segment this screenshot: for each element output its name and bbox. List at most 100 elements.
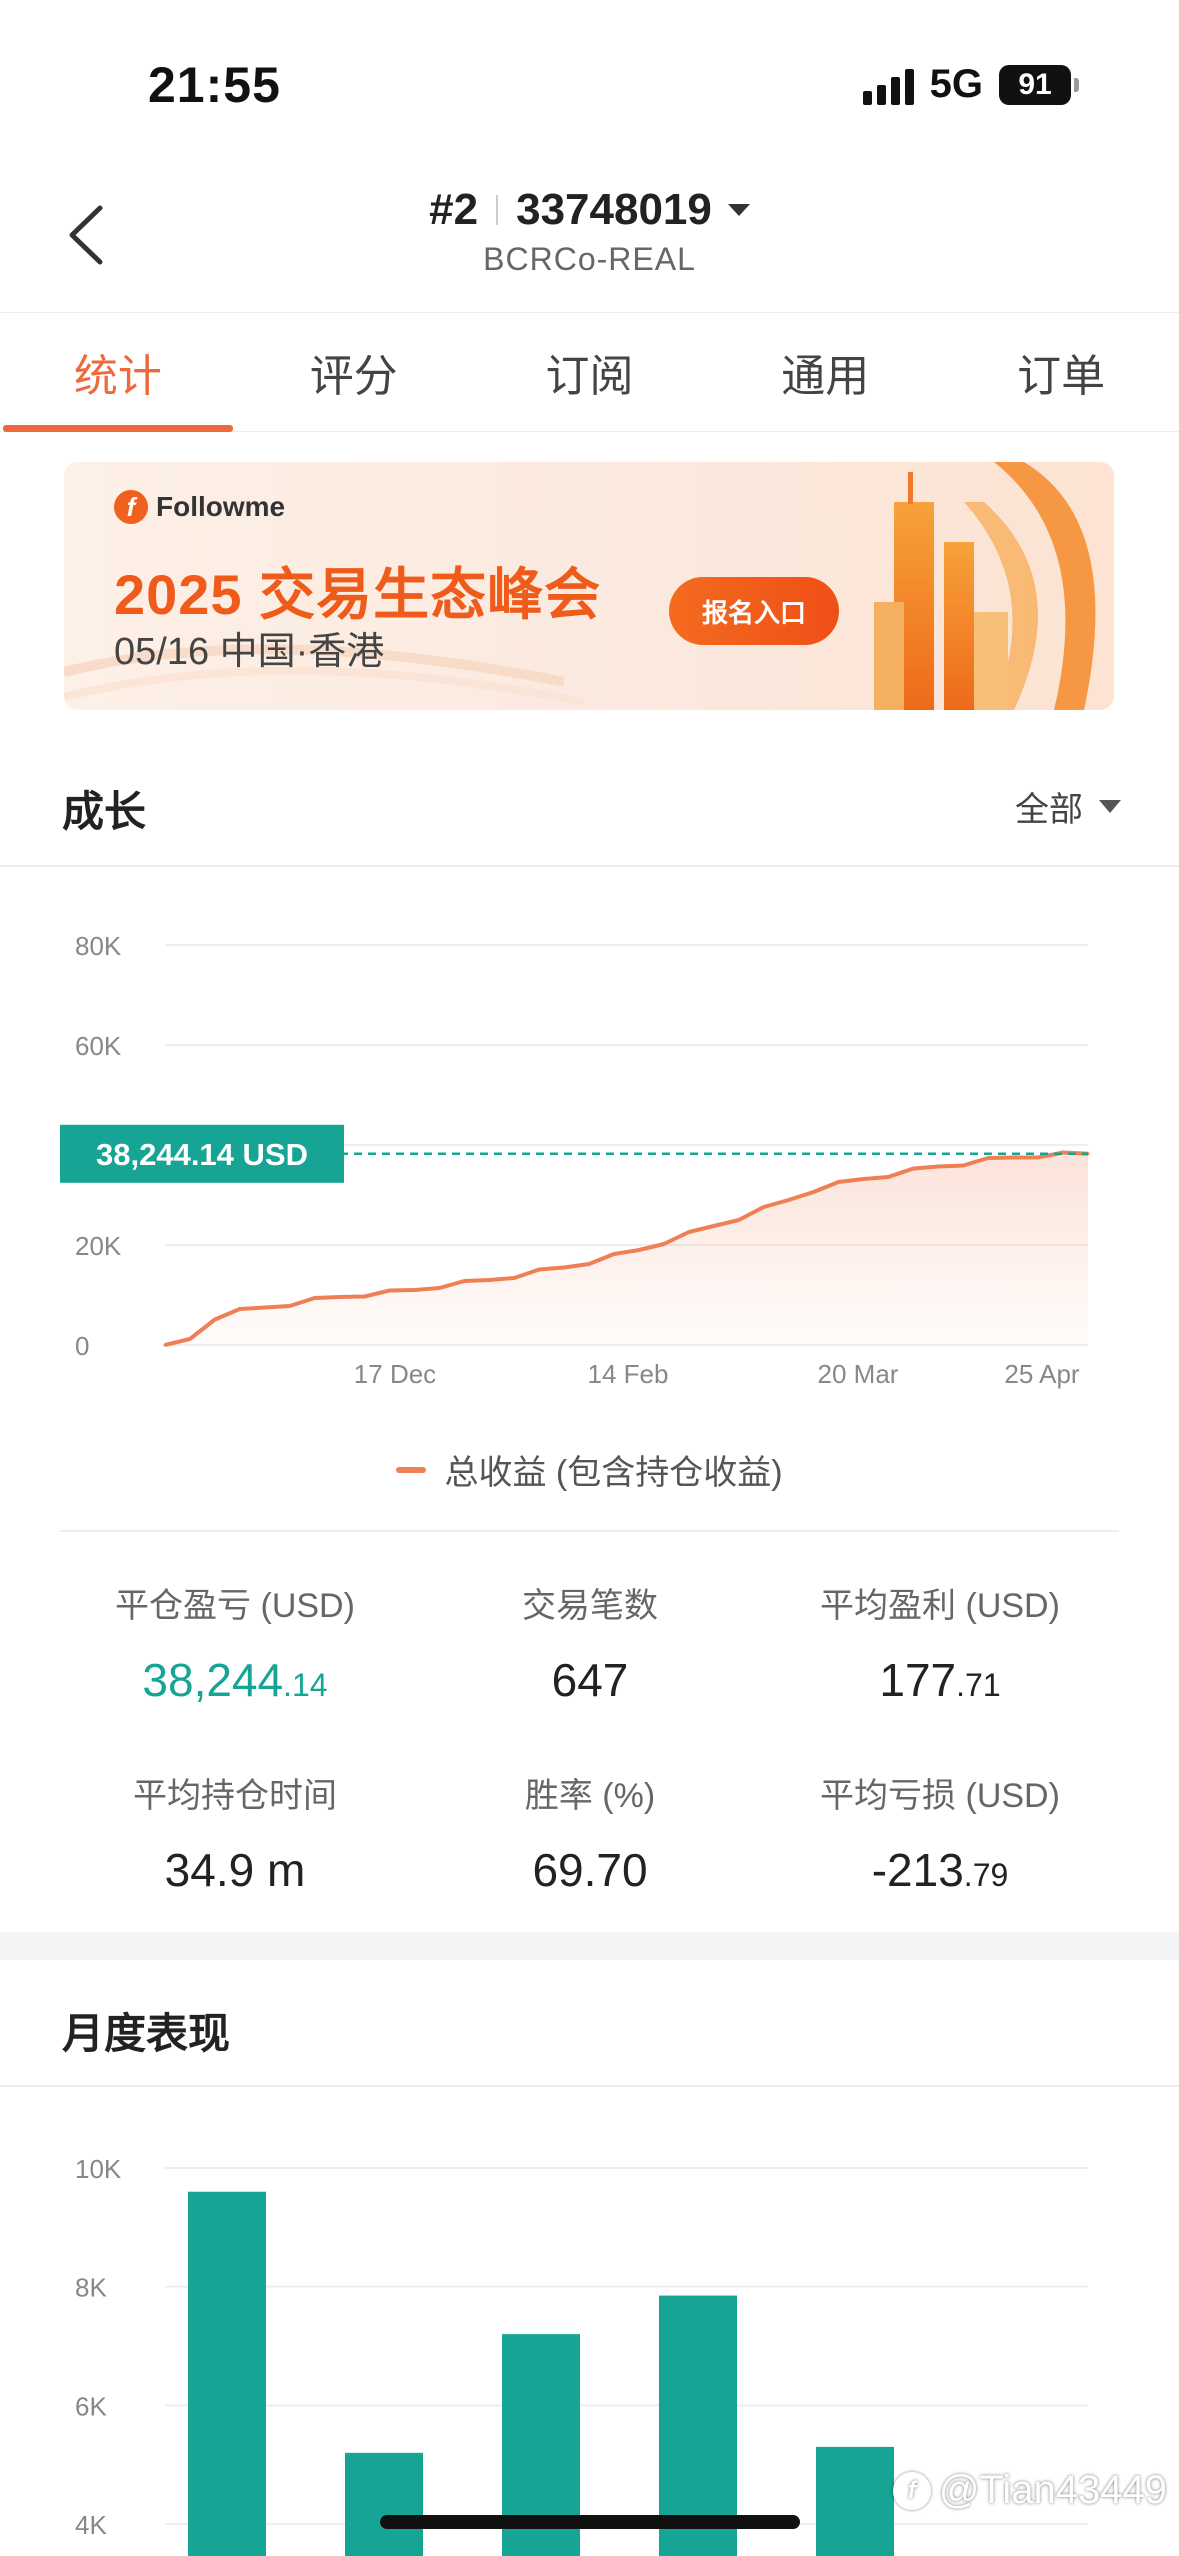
chevron-down-icon[interactable] [727, 204, 750, 216]
y-tick-label: 20K [75, 1231, 122, 1261]
followme-logo: f Followme [114, 490, 285, 524]
data-point [412, 1288, 416, 1292]
cellular-signal-icon [862, 65, 914, 105]
data-point [687, 1230, 691, 1234]
stat-value: 647 [551, 1654, 629, 1706]
followme-logo-icon: f [114, 490, 148, 524]
data-point [1011, 1156, 1015, 1159]
y-tick-label: 8K [75, 2273, 107, 2303]
data-point [886, 1175, 890, 1179]
data-point [911, 1167, 915, 1170]
x-tick-label: 25 Apr [1004, 1359, 1080, 1389]
account-header[interactable]: #2 33748019 BCRCo-REAL [0, 185, 1179, 278]
divider [0, 865, 1179, 867]
data-point [587, 1262, 591, 1266]
account-number: 33748019 [516, 185, 712, 234]
status-time: 21:55 [148, 57, 281, 113]
x-tick-label: 17 Dec [354, 1359, 436, 1389]
range-dropdown[interactable]: 全部 [1015, 782, 1121, 831]
range-label: 全部 [1015, 791, 1083, 829]
data-point [437, 1286, 441, 1290]
account-server: BCRCo-REAL [483, 241, 696, 277]
y-tick-label: 10K [75, 2154, 122, 2184]
data-point [837, 1180, 841, 1184]
tab-general[interactable]: 通用 [707, 313, 943, 431]
stat-trades: 交易笔数 647 [400, 1578, 780, 1707]
divider [60, 1530, 1119, 1532]
data-point [163, 1343, 167, 1347]
data-point [961, 1164, 965, 1167]
data-point [662, 1242, 666, 1246]
stat-value: 34.9 m [164, 1844, 306, 1896]
data-point [462, 1279, 466, 1283]
data-point [787, 1198, 791, 1202]
promo-banner[interactable]: f Followme 2025 交易生态峰会 05/16 中国·香港 报名入口 [64, 462, 1114, 710]
tab-bar: 统计 评分 订阅 通用 订单 [0, 312, 1179, 432]
data-point [313, 1296, 317, 1300]
monthly-title: 月度表现 [62, 2010, 231, 2057]
data-point [737, 1218, 741, 1222]
tab-subscribe[interactable]: 订阅 [472, 313, 708, 431]
stat-label: 平均盈利 (USD) [820, 1587, 1060, 1625]
tab-rating[interactable]: 评分 [236, 313, 472, 431]
data-point [762, 1205, 766, 1209]
stat-label: 平均持仓时间 [133, 1777, 337, 1815]
data-point [1061, 1151, 1065, 1154]
tab-statistics[interactable]: 统计 [0, 313, 236, 432]
data-point [487, 1278, 491, 1282]
status-indicators: 5G 91 [862, 62, 1079, 107]
y-tick-label: 80K [75, 931, 122, 961]
stat-closed-pnl: 平仓盈亏 (USD) 38,244.14 [45, 1578, 425, 1707]
data-point [363, 1295, 367, 1298]
stat-label: 胜率 (%) [524, 1777, 656, 1815]
data-point [986, 1156, 990, 1160]
stat-win-rate: 胜率 (%) 69.70 [400, 1768, 780, 1897]
watermark-text: @Tian43449 [938, 2468, 1167, 2512]
followme-logo-icon: f [892, 2471, 931, 2510]
stat-label: 平均亏损 (USD) [820, 1777, 1060, 1815]
section-separator [0, 1932, 1179, 1960]
register-button[interactable]: 报名入口 [669, 577, 839, 645]
data-point [288, 1304, 292, 1308]
data-point [612, 1252, 616, 1256]
y-tick-label: 0 [75, 1331, 89, 1361]
battery-level: 91 [999, 64, 1071, 105]
battery-icon: 91 [999, 64, 1079, 105]
y-tick-label: 6K [75, 2391, 107, 2421]
stat-label: 平仓盈亏 (USD) [115, 1587, 355, 1625]
growth-title: 成长 [62, 788, 147, 835]
stat-avg-loss: 平均亏损 (USD) -213.79 [750, 1768, 1130, 1897]
x-tick-label: 14 Feb [588, 1359, 669, 1389]
data-point [562, 1266, 566, 1269]
data-point [861, 1177, 865, 1181]
data-point [188, 1337, 192, 1341]
data-point [637, 1248, 641, 1252]
x-tick-label: 20 Mar [818, 1359, 899, 1389]
stat-label: 交易笔数 [522, 1587, 658, 1625]
data-point [712, 1224, 716, 1228]
divider [0, 2085, 1179, 2087]
legend-swatch [396, 1466, 427, 1473]
data-point [213, 1318, 217, 1321]
data-point [338, 1295, 342, 1299]
tab-orders[interactable]: 订单 [943, 313, 1179, 431]
account-rank: #2 [429, 185, 479, 234]
bar [816, 2446, 894, 2556]
chart-legend: 总收益 (包含持仓收益) [0, 1445, 1179, 1494]
y-tick-label: 4K [75, 2510, 107, 2540]
banner-title: 2025 交易生态峰会 [114, 563, 602, 626]
stat-value: 69.70 [532, 1844, 648, 1896]
home-indicator [380, 2515, 800, 2529]
y-tick-label: 60K [75, 1031, 122, 1061]
data-point [537, 1268, 541, 1271]
bar [188, 2191, 266, 2556]
value-tag-label: 38,244.14 USD [96, 1137, 308, 1172]
data-point [1036, 1156, 1040, 1159]
stat-avg-profit: 平均盈利 (USD) 177.71 [750, 1578, 1130, 1707]
growth-chart[interactable]: 80K 60K 20K 0 17 Dec 14 Feb 20 Mar 25 Apr 38,244… [0, 900, 1179, 1420]
stat-value: 38,244.14 [142, 1654, 328, 1706]
chevron-down-icon [1099, 800, 1121, 813]
data-point [512, 1276, 516, 1280]
banner-subtitle: 05/16 中国·香港 [114, 631, 385, 673]
bar [345, 2452, 423, 2556]
